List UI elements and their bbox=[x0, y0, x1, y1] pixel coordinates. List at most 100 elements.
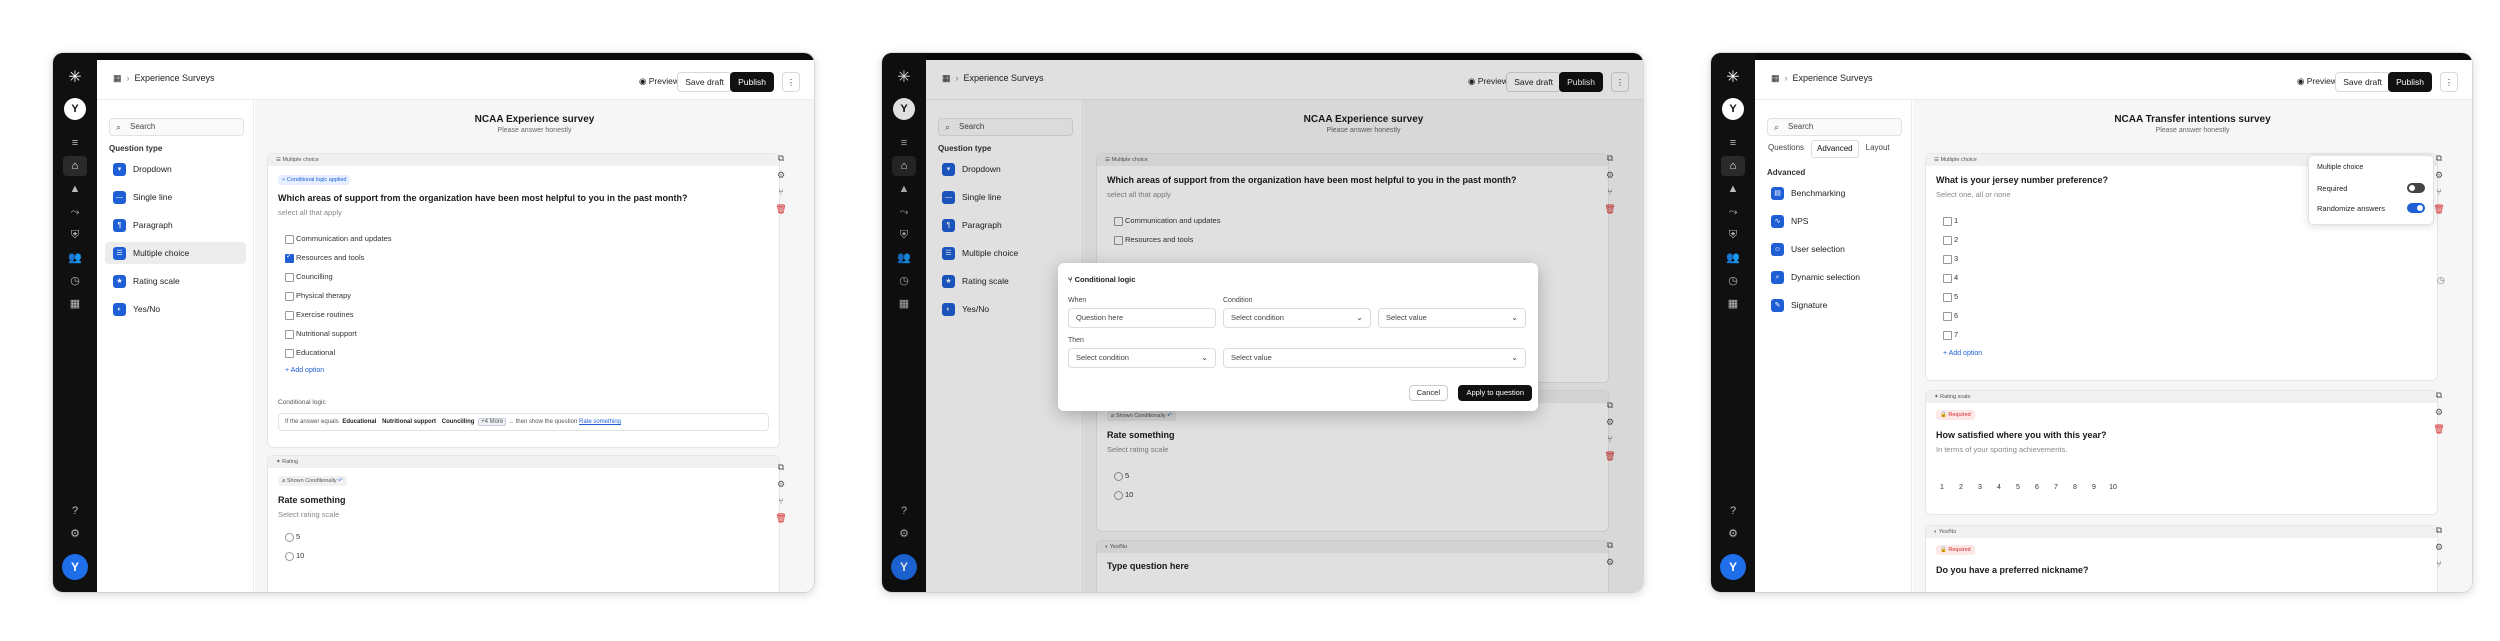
question-text[interactable]: How satisfied where you with this year? bbox=[1936, 430, 2107, 440]
settings-icon[interactable]: ⚙ bbox=[1721, 524, 1745, 544]
option-checkbox[interactable]: 1 bbox=[1943, 216, 1958, 226]
option-checkbox[interactable]: Nutritional support bbox=[285, 329, 357, 339]
survey-title[interactable]: NCAA Transfer intentions survey bbox=[1913, 114, 2472, 125]
target-question-link[interactable]: Rate something bbox=[579, 419, 621, 425]
option-checkbox[interactable]: 7 bbox=[1943, 330, 1958, 340]
question-hint[interactable]: Select one, all or none bbox=[1936, 190, 2011, 199]
building-icon[interactable]: ▦ bbox=[63, 294, 87, 314]
people-icon[interactable]: ▲ bbox=[63, 179, 87, 199]
timer-icon[interactable]: ◷ bbox=[1721, 271, 1745, 291]
question-card-rating-scale[interactable]: ✦ Rating scale 🔒 Required How satisfied … bbox=[1925, 390, 2438, 515]
team-icon[interactable]: 👥 bbox=[63, 248, 87, 268]
option-checkbox[interactable]: Educational bbox=[285, 348, 335, 358]
user-badge[interactable]: Y bbox=[62, 554, 88, 580]
required-toggle[interactable] bbox=[2407, 183, 2425, 193]
question-text[interactable]: Do you have a preferred nickname? bbox=[1936, 565, 2089, 575]
save-draft-button[interactable]: Save draft bbox=[677, 72, 732, 92]
option-checkbox[interactable]: 5 bbox=[1943, 292, 1958, 302]
save-draft-button[interactable]: Save draft bbox=[2335, 72, 2390, 92]
duplicate-icon[interactable]: ⧉ bbox=[775, 462, 787, 479]
then-condition-select[interactable]: Select condition ⌄ bbox=[1068, 348, 1216, 368]
app-logo-icon[interactable]: ✳ bbox=[66, 69, 84, 87]
question-text[interactable]: Rate something bbox=[278, 495, 346, 505]
scale-option[interactable]: 1 bbox=[1936, 484, 1948, 491]
cancel-button[interactable]: Cancel bbox=[1408, 385, 1448, 401]
option-checkbox[interactable]: Communication and updates bbox=[285, 234, 391, 244]
menu-icon[interactable]: ≡ bbox=[1721, 133, 1745, 153]
survey-title[interactable]: NCAA Experience survey bbox=[255, 114, 814, 125]
home-icon[interactable]: ⌂ bbox=[1721, 156, 1745, 176]
logic-icon[interactable]: ⑂ bbox=[775, 496, 787, 513]
question-card-yes-no[interactable]: ◐ Yes/No 🔒 Required Do you have a prefer… bbox=[1925, 525, 2438, 592]
question-card-rating[interactable]: ✦ Rating ⌀ Shown Conditionally ↶ Rate so… bbox=[267, 455, 780, 592]
scale-option[interactable]: 7 bbox=[2050, 484, 2062, 491]
qtype-user-selection[interactable]: ☺ User selection bbox=[1763, 238, 1904, 260]
qtype-multiple-choice[interactable]: ☰ Multiple choice bbox=[105, 242, 246, 264]
qtype-dynamic-selection[interactable]: ⌕ Dynamic selection bbox=[1763, 266, 1904, 288]
gear-icon[interactable]: ⚙ bbox=[2433, 407, 2445, 424]
add-option-button[interactable]: + Add option bbox=[1943, 350, 1982, 357]
apply-to-question-button[interactable]: Apply to question bbox=[1458, 385, 1532, 401]
question-text[interactable]: What is your jersey number preference? bbox=[1936, 175, 2108, 185]
qtype-benchmarking[interactable]: ▤ Benchmarking bbox=[1763, 182, 1904, 204]
publish-button[interactable]: Publish bbox=[2388, 72, 2432, 92]
question-input[interactable]: Question here bbox=[1068, 308, 1216, 328]
tab-layout[interactable]: Layout bbox=[1861, 140, 1895, 158]
logic-icon[interactable]: ⑂ bbox=[775, 187, 787, 204]
activity-icon[interactable]: ⤳ bbox=[63, 202, 87, 222]
delete-icon[interactable]: 🗑 bbox=[2433, 204, 2445, 221]
search-input[interactable]: ⌕ Search bbox=[1767, 118, 1902, 136]
scale-option[interactable]: 5 bbox=[2012, 484, 2024, 491]
question-hint[interactable]: select all that apply bbox=[278, 208, 342, 217]
breadcrumb-label[interactable]: Experience Surveys bbox=[1793, 73, 1873, 83]
publish-button[interactable]: Publish bbox=[730, 72, 774, 92]
history-icon[interactable]: ◷ bbox=[2437, 275, 2445, 286]
grid-icon[interactable]: ▦ bbox=[113, 73, 122, 83]
delete-icon[interactable]: 🗑 bbox=[2433, 424, 2445, 441]
tab-advanced[interactable]: Advanced bbox=[1811, 140, 1859, 158]
scale-option[interactable]: 3 bbox=[1974, 484, 1986, 491]
app-logo-icon[interactable]: ✳ bbox=[1724, 69, 1742, 87]
gear-icon[interactable]: ⚙ bbox=[2433, 170, 2445, 187]
breadcrumb-label[interactable]: Experience Surveys bbox=[135, 73, 215, 83]
qtype-rating-scale[interactable]: ★ Rating scale bbox=[105, 270, 246, 292]
duplicate-icon[interactable]: ⧉ bbox=[2433, 390, 2445, 407]
scale-option[interactable]: 6 bbox=[2031, 484, 2043, 491]
qtype-paragraph[interactable]: ¶ Paragraph bbox=[105, 214, 246, 236]
duplicate-icon[interactable]: ⧉ bbox=[775, 153, 787, 170]
shield-icon[interactable]: ⛨ bbox=[63, 225, 87, 245]
workspace-avatar[interactable]: Y bbox=[1722, 98, 1744, 120]
option-checkbox[interactable]: Exercise routines bbox=[285, 310, 354, 320]
search-input[interactable]: ⌕ Search bbox=[109, 118, 244, 136]
option-checkbox[interactable]: Physical therapy bbox=[285, 291, 351, 301]
duplicate-icon[interactable]: ⧉ bbox=[2433, 153, 2445, 170]
option-checkbox[interactable]: Councilling bbox=[285, 272, 333, 282]
user-badge[interactable]: Y bbox=[1720, 554, 1746, 580]
option-checkbox[interactable]: 2 bbox=[1943, 235, 1958, 245]
question-card-multiple-choice[interactable]: ☰ Multiple choice ⑂ Conditional logic ap… bbox=[267, 153, 780, 448]
logic-icon[interactable]: ⑂ bbox=[2433, 187, 2445, 204]
option-checkbox[interactable]: 6 bbox=[1943, 311, 1958, 321]
activity-icon[interactable]: ⤳ bbox=[1721, 202, 1745, 222]
survey-subtitle[interactable]: Please answer honestly bbox=[1913, 127, 2472, 134]
qtype-signature[interactable]: ✎ Signature bbox=[1763, 294, 1904, 316]
logic-icon[interactable]: ⑂ bbox=[2433, 559, 2445, 576]
more-tags-chip[interactable]: +4 More bbox=[478, 418, 507, 426]
shield-icon[interactable]: ⛨ bbox=[1721, 225, 1745, 245]
gear-icon[interactable]: ⚙ bbox=[775, 170, 787, 187]
qtype-single-line[interactable]: — Single line bbox=[105, 186, 246, 208]
condition-select[interactable]: Select condition ⌄ bbox=[1223, 308, 1371, 328]
option-radio[interactable]: 5 bbox=[285, 532, 300, 542]
scale-option[interactable]: 8 bbox=[2069, 484, 2081, 491]
building-icon[interactable]: ▦ bbox=[1721, 294, 1745, 314]
delete-icon[interactable]: 🗑 bbox=[775, 204, 787, 221]
gear-icon[interactable]: ⚙ bbox=[775, 479, 787, 496]
randomize-toggle[interactable] bbox=[2407, 203, 2425, 213]
conditional-logic-rule[interactable]: If the answer equals Educational Nutriti… bbox=[278, 413, 769, 431]
scale-option[interactable]: 9 bbox=[2088, 484, 2100, 491]
home-icon[interactable]: ⌂ bbox=[63, 156, 87, 176]
duplicate-icon[interactable]: ⧉ bbox=[2433, 525, 2445, 542]
delete-icon[interactable]: 🗑 bbox=[775, 513, 787, 530]
value-select[interactable]: Select value ⌄ bbox=[1378, 308, 1526, 328]
then-value-select[interactable]: Select value ⌄ bbox=[1223, 348, 1526, 368]
